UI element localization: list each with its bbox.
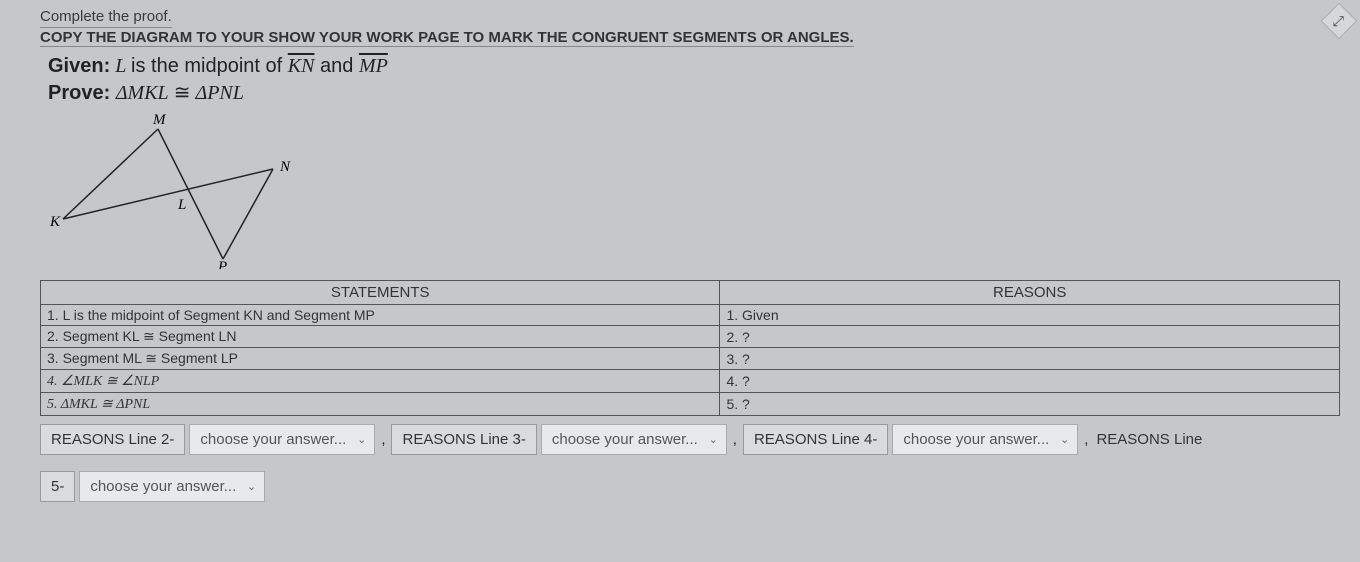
label-K: K — [49, 214, 61, 230]
header-statements: STATEMENTS — [41, 281, 720, 305]
label-P: P — [217, 259, 227, 269]
label-M: M — [152, 112, 167, 128]
select-placeholder: choose your answer... — [200, 431, 346, 448]
prove-cong: ≅ — [169, 82, 196, 104]
statement-2: 2. Segment KL ≅ Segment LN — [41, 326, 720, 348]
table-row: 1. L is the midpoint of Segment KN and S… — [41, 305, 1340, 326]
expand-icon[interactable]: ⤢ — [1321, 3, 1358, 40]
statement-3: 3. Segment ML ≅ Segment LP — [41, 348, 720, 370]
label-N: N — [279, 159, 291, 175]
proof-table: STATEMENTS REASONS 1. L is the midpoint … — [40, 280, 1340, 416]
reason-1: 1. Given — [720, 305, 1340, 326]
arrows-icon: ⤢ — [1333, 12, 1344, 29]
reason-5: 5. ? — [720, 393, 1340, 416]
answer-row-1: REASONS Line 2- choose your answer... ⌄ … — [40, 424, 1320, 455]
reason-2: 2. ? — [720, 326, 1340, 348]
reasons-line-5-label-part1: REASONS Line — [1094, 425, 1204, 454]
chevron-down-icon: ⌄ — [709, 433, 718, 446]
reason-3: 3. ? — [720, 348, 1340, 370]
comma: , — [1082, 431, 1090, 448]
table-row: 4. ∠MLK ≅ ∠NLP 4. ? — [41, 370, 1340, 393]
reasons-line-5-select[interactable]: choose your answer... ⌄ — [79, 471, 265, 502]
given-label: Given: — [48, 55, 110, 77]
table-row: 2. Segment KL ≅ Segment LN 2. ? — [41, 326, 1340, 348]
given-L: L — [110, 55, 131, 77]
prove-tri1: ΔMKL — [116, 82, 169, 104]
chevron-down-icon: ⌄ — [1060, 433, 1069, 446]
given-text: is the midpoint of — [131, 55, 288, 77]
chevron-down-icon: ⌄ — [357, 433, 366, 446]
given-seg-kn: KN — [288, 55, 315, 77]
answer-row-2: 5- choose your answer... ⌄ — [40, 471, 1320, 502]
reason-4: 4. ? — [720, 370, 1340, 393]
reasons-line-3-select[interactable]: choose your answer... ⌄ — [541, 424, 727, 455]
statement-1: 1. L is the midpoint of Segment KN and S… — [41, 305, 720, 326]
reasons-line-4-label: REASONS Line 4- — [743, 424, 888, 455]
statement-4: 4. ∠MLK ≅ ∠NLP — [41, 370, 720, 393]
table-row: 3. Segment ML ≅ Segment LP 3. ? — [41, 348, 1340, 370]
comma: , — [731, 431, 739, 448]
statement-5: 5. ΔMKL ≅ ΔPNL — [41, 393, 720, 416]
select-placeholder: choose your answer... — [90, 478, 236, 495]
prove-label: Prove: — [48, 82, 110, 104]
reasons-line-4-select[interactable]: choose your answer... ⌄ — [892, 424, 1078, 455]
select-placeholder: choose your answer... — [903, 431, 1049, 448]
geometry-diagram: M N K L P — [48, 109, 1320, 274]
instruction-line-2: COPY THE DIAGRAM TO YOUR SHOW YOUR WORK … — [40, 29, 854, 47]
prove-tri2: ΔPNL — [195, 82, 243, 104]
given-seg-mp: MP — [359, 55, 388, 77]
chevron-down-icon: ⌄ — [247, 480, 256, 493]
prove-line: Prove: ΔMKL ≅ ΔPNL — [48, 80, 1320, 105]
reasons-line-2-label: REASONS Line 2- — [40, 424, 185, 455]
table-row: 5. ΔMKL ≅ ΔPNL 5. ? — [41, 393, 1340, 416]
select-placeholder: choose your answer... — [552, 431, 698, 448]
given-and: and — [314, 55, 358, 77]
comma: , — [379, 431, 387, 448]
reasons-line-3-label: REASONS Line 3- — [391, 424, 536, 455]
label-L: L — [177, 197, 186, 213]
reasons-line-5-label-part2: 5- — [40, 471, 75, 502]
given-line: Given: L is the midpoint of KN and MP — [48, 55, 1320, 78]
instruction-line-1: Complete the proof. — [40, 8, 172, 28]
header-reasons: REASONS — [720, 281, 1340, 305]
reasons-line-2-select[interactable]: choose your answer... ⌄ — [189, 424, 375, 455]
